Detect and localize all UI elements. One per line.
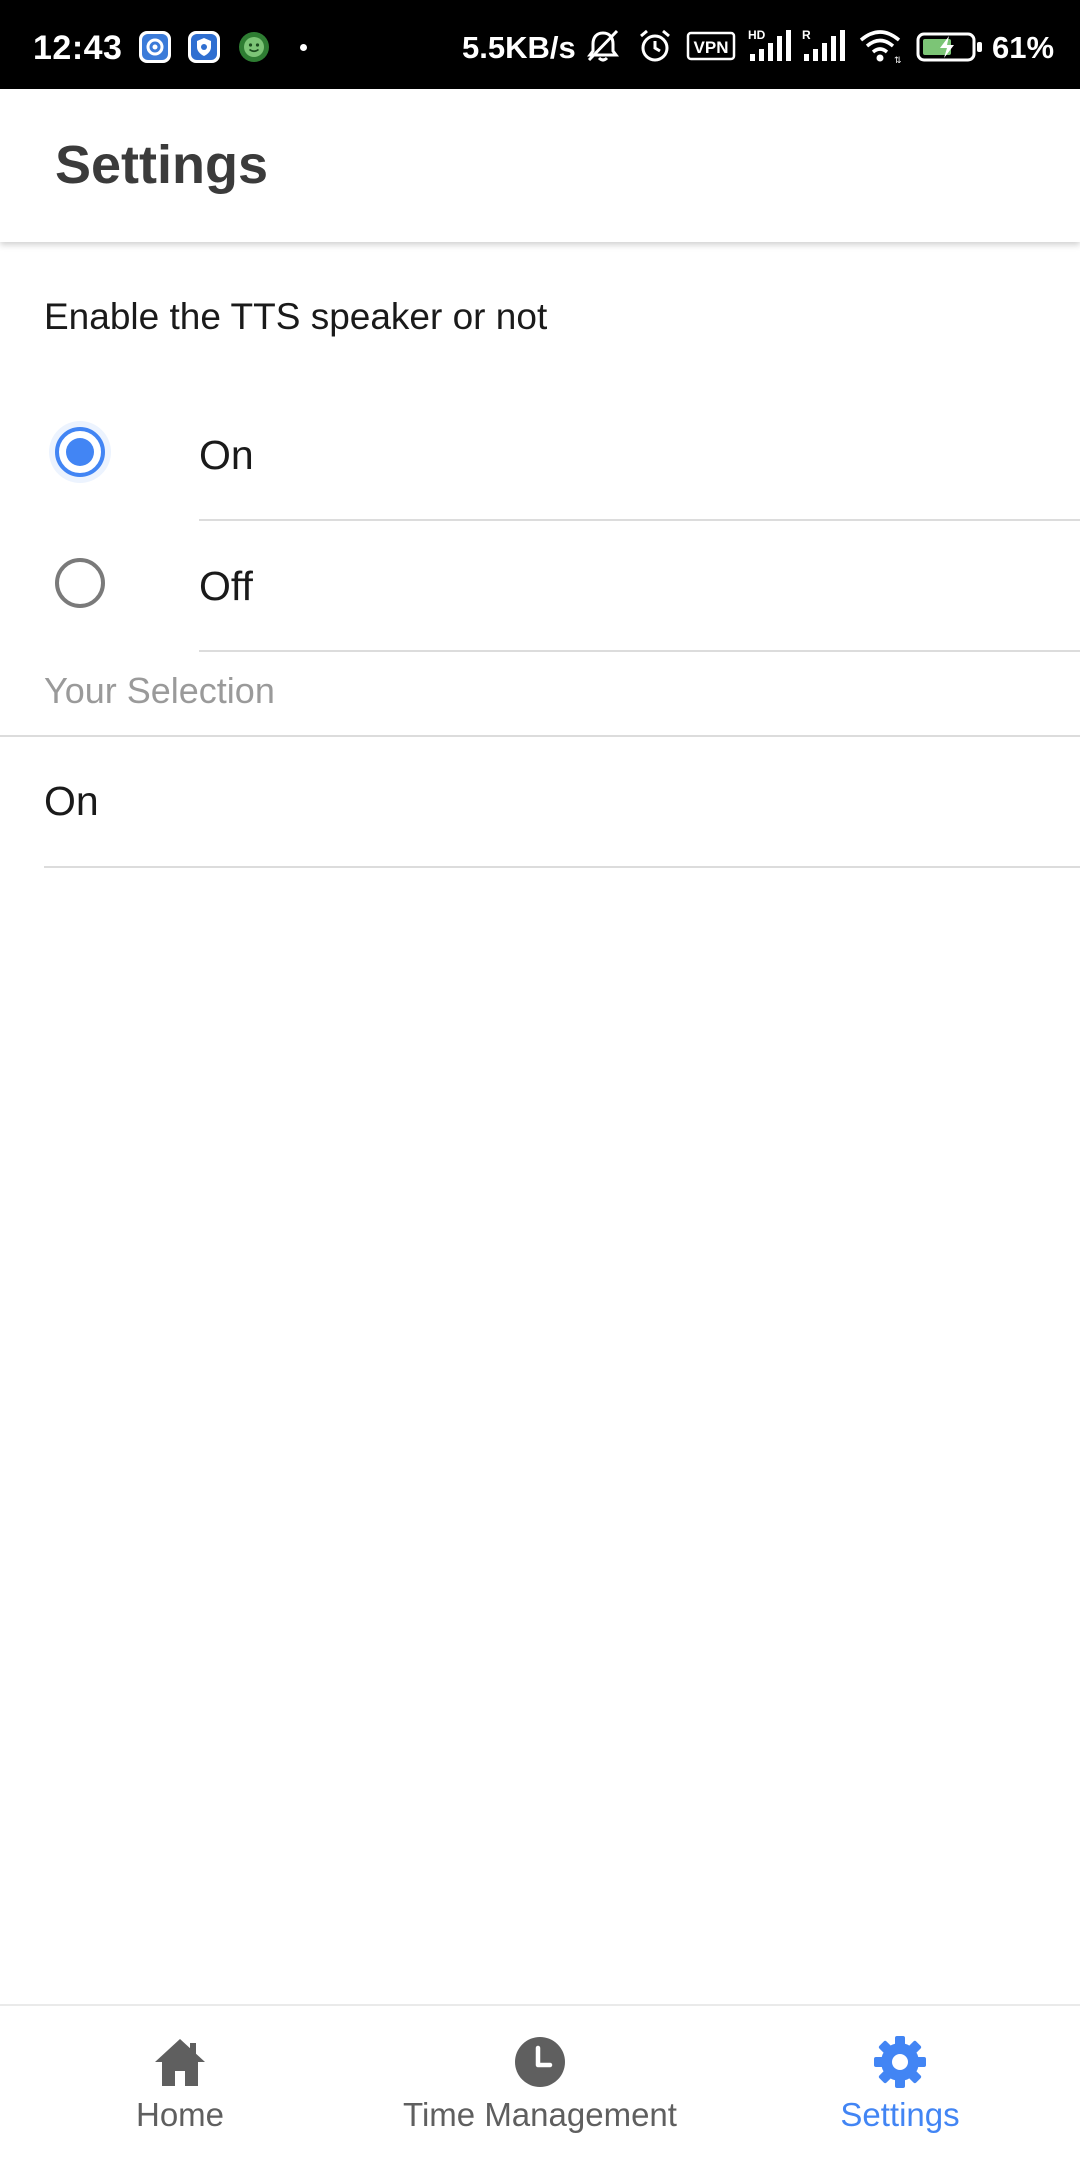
svg-text:HD: HD [748, 28, 766, 42]
signal-r-icon: R [802, 28, 845, 61]
gear-icon [874, 2036, 926, 2088]
clock-icon [515, 2037, 565, 2087]
status-time: 12:43 [33, 29, 123, 67]
radio-button-checked[interactable] [55, 427, 105, 477]
selection-caption: Your Selection [44, 670, 275, 711]
page-title: Settings [55, 135, 269, 195]
battery-charging-icon [916, 32, 982, 62]
nav-item-settings[interactable]: Settings [780, 2006, 1020, 2160]
network-speed: 5.5KB/s [462, 30, 576, 65]
radio-label-on[interactable]: On [199, 390, 254, 521]
nav-label-settings: Settings [840, 2096, 960, 2133]
nav-label-time-management: Time Management [403, 2096, 677, 2133]
wifi-icon: ⇅ [859, 30, 902, 64]
nav-item-time-management[interactable]: Time Management [380, 2006, 700, 2160]
bottom-navigation: Home Time Management Settings [0, 2004, 1080, 2160]
mute-bell-icon [587, 29, 619, 62]
status-bar: 12:43 5.5KB/s VPN HD R ⇅ 61% [0, 0, 1080, 89]
selection-value: On [44, 778, 99, 824]
notification-dot [300, 44, 307, 51]
alarm-icon [640, 29, 670, 62]
divider [0, 735, 1080, 737]
home-icon [155, 2039, 205, 2086]
radio-option-on[interactable]: On [0, 390, 1080, 521]
app-bar: Settings [0, 89, 1080, 242]
radio-option-off[interactable]: Off [0, 521, 1080, 652]
vpn-icon: VPN [686, 31, 736, 61]
face-app-icon [239, 32, 269, 62]
signal-hd-icon: HD [748, 28, 791, 61]
divider [199, 650, 1080, 652]
gear-app-icon [139, 31, 171, 63]
tts-setting-prompt: Enable the TTS speaker or not [44, 296, 548, 337]
divider [44, 866, 1080, 868]
shield-app-icon [188, 31, 220, 63]
radio-button-unchecked[interactable] [55, 558, 105, 608]
svg-text:VPN: VPN [694, 38, 729, 57]
battery-percent: 61% [992, 30, 1055, 65]
nav-label-home: Home [135, 2096, 225, 2133]
radio-selected-dot [66, 438, 94, 466]
svg-text:R: R [802, 28, 811, 42]
nav-item-home[interactable]: Home [60, 2006, 300, 2160]
svg-text:⇅: ⇅ [894, 55, 902, 64]
radio-label-off[interactable]: Off [199, 521, 253, 652]
